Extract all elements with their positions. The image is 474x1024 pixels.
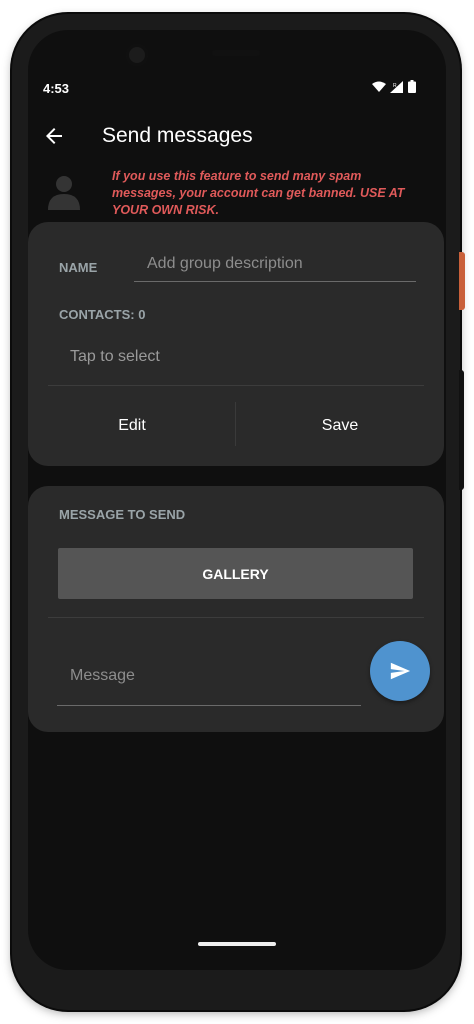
battery-icon: [408, 80, 416, 93]
power-button: [459, 252, 465, 310]
volume-button: [459, 370, 464, 490]
message-to-send-label: MESSAGE TO SEND: [59, 507, 186, 522]
name-label: NAME: [59, 260, 98, 275]
spam-warning: If you use this feature to send many spa…: [112, 169, 405, 217]
group-card: NAME CONTACTS: 0 Tap to select Edit Save: [28, 222, 444, 466]
svg-text:R: R: [393, 83, 397, 89]
page-title: Send messages: [102, 124, 253, 147]
message-card: MESSAGE TO SEND GALLERY: [28, 486, 444, 732]
send-button[interactable]: [370, 641, 430, 701]
contacts-count-label: CONTACTS: 0: [59, 307, 146, 322]
status-time: 4:53: [43, 81, 70, 96]
tap-to-select-contacts[interactable]: Tap to select: [70, 348, 160, 366]
earpiece-speaker: [212, 50, 260, 56]
message-input[interactable]: [57, 646, 361, 706]
send-icon: [390, 662, 411, 680]
group-description-input[interactable]: [134, 246, 416, 282]
status-icons: R: [372, 80, 416, 93]
save-button[interactable]: Save: [236, 386, 444, 466]
gallery-button[interactable]: GALLERY: [58, 548, 413, 599]
avatar-icon: [48, 176, 80, 210]
wifi-icon: [372, 81, 386, 92]
arrow-back-icon[interactable]: [42, 124, 66, 148]
edit-button[interactable]: Edit: [28, 386, 236, 466]
signal-icon: R: [390, 80, 403, 93]
home-indicator[interactable]: [198, 942, 276, 946]
divider: [48, 617, 424, 618]
front-camera: [126, 44, 148, 66]
group-actions: Edit Save: [28, 386, 444, 466]
